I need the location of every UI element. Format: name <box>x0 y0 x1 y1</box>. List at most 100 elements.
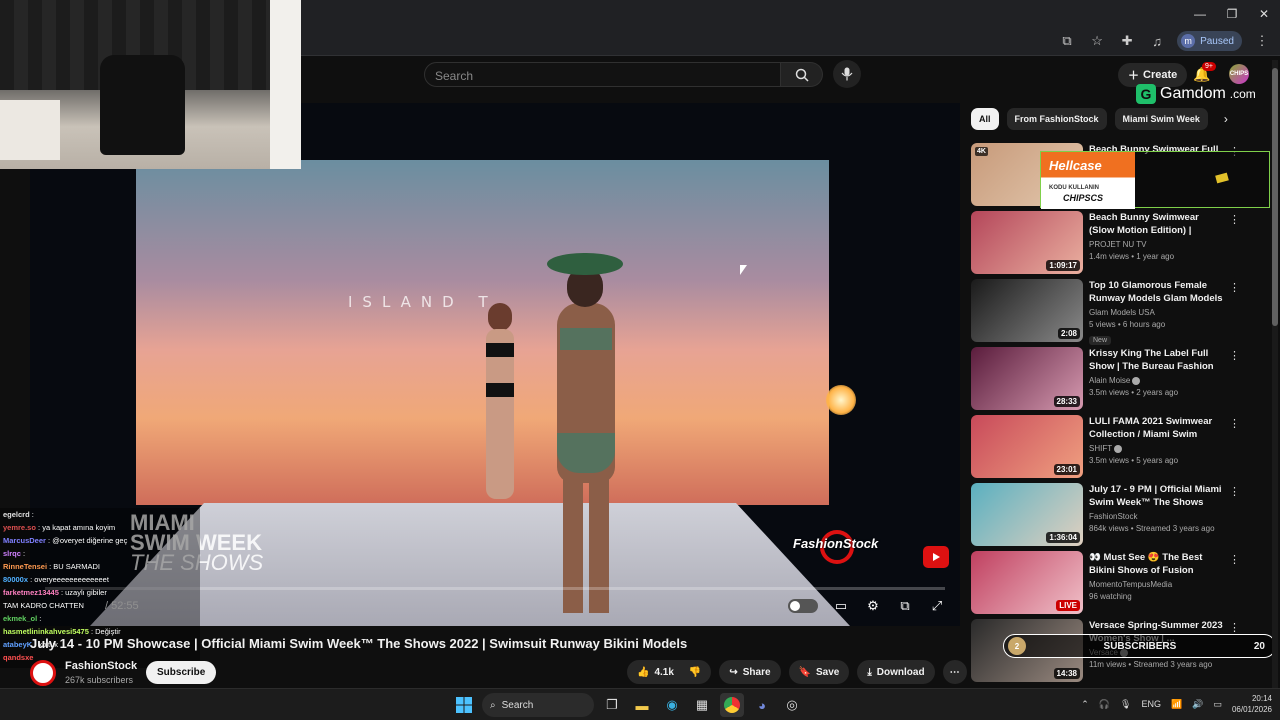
recommendation-title[interactable]: Beach Bunny Swimwear (Slow Motion Editio… <box>1089 211 1223 237</box>
chat-message: RinneTensei : BU SARMADI <box>3 560 200 573</box>
scrollbar-thumb[interactable] <box>1272 68 1278 326</box>
windows-taskbar: ⌕ Search ❐ ▬ ◉ ▦ ◕ ◎ ⌃ 🎧 🎙 ENG 📶 🔊 ▭ 20:1… <box>0 688 1280 720</box>
like-button[interactable]: 👍 4.1k 👎 <box>627 660 712 684</box>
profile-status: Paused <box>1200 35 1234 47</box>
recommendation-item[interactable]: LIVE 👀 Must See 😍 The Best Bikini Shows o… <box>971 551 1251 619</box>
more-options-icon[interactable]: ⋮ <box>1229 349 1240 362</box>
wifi-icon[interactable]: 📶 <box>1171 699 1182 710</box>
chat-message: ekmek_ol : <box>3 612 200 625</box>
video-thumbnail[interactable]: 1:09:17 <box>971 211 1083 274</box>
goal-current: 2 <box>1008 637 1026 655</box>
video-thumbnail[interactable]: 1:36:04 <box>971 483 1083 546</box>
share-button[interactable]: ↪ Share <box>719 660 781 684</box>
microphone-icon[interactable]: 🎙 <box>1120 699 1131 710</box>
youtube-subscribe-watermark-icon[interactable] <box>923 546 949 568</box>
plus-icon: ＋ <box>1128 70 1139 82</box>
recommendation-title[interactable]: July 17 - 9 PM | Official Miami Swim Wee… <box>1089 483 1223 509</box>
chevron-up-icon[interactable]: ⌃ <box>1081 699 1089 710</box>
minimize-button[interactable]: — <box>1184 0 1216 28</box>
recommendation-item[interactable]: 1:36:04 July 17 - 9 PM | Official Miami S… <box>971 483 1251 551</box>
app-icon[interactable]: ◎ <box>780 693 804 717</box>
video-thumbnail[interactable]: LIVE <box>971 551 1083 614</box>
page-scrollbar[interactable] <box>1272 60 1278 688</box>
system-clock[interactable]: 20:14 06/01/2026 <box>1232 693 1272 715</box>
account-avatar[interactable]: CHIPS <box>1229 64 1249 84</box>
video-thumbnail[interactable]: 2:08 <box>971 279 1083 342</box>
more-options-icon[interactable]: ⋮ <box>1229 621 1240 634</box>
search-button[interactable] <box>781 62 823 87</box>
chip-miami-swim-week[interactable]: Miami Swim Week <box>1114 108 1208 130</box>
close-button[interactable]: ✕ <box>1248 0 1280 28</box>
chip-from-fashionstock[interactable]: From FashionStock <box>1006 108 1107 130</box>
task-view-icon[interactable]: ❐ <box>600 693 624 717</box>
chip-all[interactable]: All <box>971 108 999 130</box>
verified-check-icon <box>1114 444 1123 453</box>
recommendation-title[interactable]: Top 10 Glamorous Female Runway Models Gl… <box>1089 279 1223 305</box>
browser-menu-icon[interactable]: ⋮ <box>1252 31 1272 51</box>
voice-search-button[interactable] <box>833 60 861 88</box>
microsoft-store-icon[interactable]: ▦ <box>690 693 714 717</box>
file-explorer-icon[interactable]: ▬ <box>630 693 654 717</box>
profile-button[interactable]: m Paused <box>1177 31 1242 51</box>
recommendation-title[interactable]: Krissy King The Label Full Show | The Bu… <box>1089 347 1223 373</box>
video-duration: 28:33 <box>1053 396 1080 407</box>
captions-icon[interactable]: ▭ <box>832 597 850 615</box>
recommendation-channel[interactable]: Glam Models USA <box>1089 308 1223 317</box>
more-options-icon[interactable]: ⋮ <box>1229 553 1240 566</box>
recommendation-title[interactable]: LULI FAMA 2021 Swimwear Collection / Mia… <box>1089 415 1223 441</box>
thumbs-down-icon[interactable]: 👎 <box>689 667 701 678</box>
input-language[interactable]: ENG <box>1141 699 1161 709</box>
chat-username: slrqc <box>3 549 21 558</box>
more-options-icon[interactable]: ⋮ <box>1229 485 1240 498</box>
download-button[interactable]: ⤓ Download <box>857 660 935 684</box>
more-options-icon[interactable]: ⋮ <box>1229 417 1240 430</box>
taskbar-search[interactable]: ⌕ Search <box>482 693 594 717</box>
chat-text: TAM KADRO CHATTEN <box>3 601 84 610</box>
miniplayer-icon[interactable]: ⧉ <box>896 597 914 615</box>
recommendation-channel[interactable]: MomentoTempusMedia <box>1089 580 1223 589</box>
video-thumbnail[interactable]: 28:33 <box>971 347 1083 410</box>
recommendation-item[interactable]: 2:08 Top 10 Glamorous Female Runway Model… <box>971 279 1251 347</box>
extensions-icon[interactable]: ✚ <box>1117 31 1137 51</box>
channel-avatar[interactable] <box>30 660 56 686</box>
install-app-icon[interactable]: ⧉ <box>1057 31 1077 51</box>
windows-start-icon[interactable] <box>452 693 476 717</box>
recommendation-title[interactable]: 👀 Must See 😍 The Best Bikini Shows of Fu… <box>1089 551 1223 577</box>
recommendation-channel[interactable]: FashionStock <box>1089 512 1223 521</box>
search-input[interactable]: Search <box>424 62 781 87</box>
recommendation-item[interactable]: 23:01 LULI FAMA 2021 Swimwear Collection … <box>971 415 1251 483</box>
video-thumbnail[interactable]: 23:01 <box>971 415 1083 478</box>
chrome-icon[interactable] <box>720 693 744 717</box>
streamer-webcam <box>0 0 301 169</box>
discord-icon[interactable]: ◕ <box>750 693 774 717</box>
bookmark-star-icon[interactable]: ☆ <box>1087 31 1107 51</box>
recommendation-chips: All From FashionStock Miami Swim Week › <box>971 108 1236 130</box>
more-options-icon[interactable]: ⋮ <box>1229 281 1240 294</box>
autoplay-toggle[interactable] <box>788 599 818 613</box>
maximize-button[interactable]: ❐ <box>1216 0 1248 28</box>
recommendation-channel[interactable]: SHIFT <box>1089 444 1223 453</box>
recommendation-stats: 11m views • Streamed 3 years ago <box>1089 660 1213 669</box>
recommendation-channel[interactable]: Alain Moise <box>1089 376 1223 385</box>
settings-gear-icon[interactable]: ⚙ <box>864 597 882 615</box>
recommendation-item[interactable]: 28:33 Krissy King The Label Full Show | T… <box>971 347 1251 415</box>
battery-icon[interactable]: ▭ <box>1213 699 1222 710</box>
more-options-icon[interactable]: ⋮ <box>1229 213 1240 226</box>
volume-icon[interactable]: 🔊 <box>1192 699 1203 710</box>
fullscreen-icon[interactable]: ⤢ <box>928 597 946 615</box>
chat-username: RinneTensei <box>3 562 48 571</box>
more-actions-button[interactable]: ⋯ <box>942 660 967 684</box>
mouse-cursor-icon <box>740 265 747 275</box>
screen: — ❐ ✕ ⧉ ☆ ✚ ♫ m Paused ⋮ Search ＋ Create <box>0 0 1280 720</box>
media-controls-icon[interactable]: ♫ <box>1147 31 1167 51</box>
edge-browser-icon[interactable]: ◉ <box>660 693 684 717</box>
chevron-right-icon[interactable]: › <box>1216 108 1236 130</box>
search-icon: ⌕ <box>490 699 496 711</box>
headset-icon[interactable]: 🎧 <box>1099 699 1110 710</box>
channel-name[interactable]: FashionStock <box>65 660 137 672</box>
subscribe-button[interactable]: Subscribe <box>146 661 217 684</box>
recommendation-channel[interactable]: PROJET NU TV <box>1089 240 1223 249</box>
save-button[interactable]: 🔖 Save <box>788 660 850 684</box>
recommendation-item[interactable]: 1:09:17 Beach Bunny Swimwear (Slow Motion… <box>971 211 1251 279</box>
chat-message: slrqc : <box>3 547 200 560</box>
